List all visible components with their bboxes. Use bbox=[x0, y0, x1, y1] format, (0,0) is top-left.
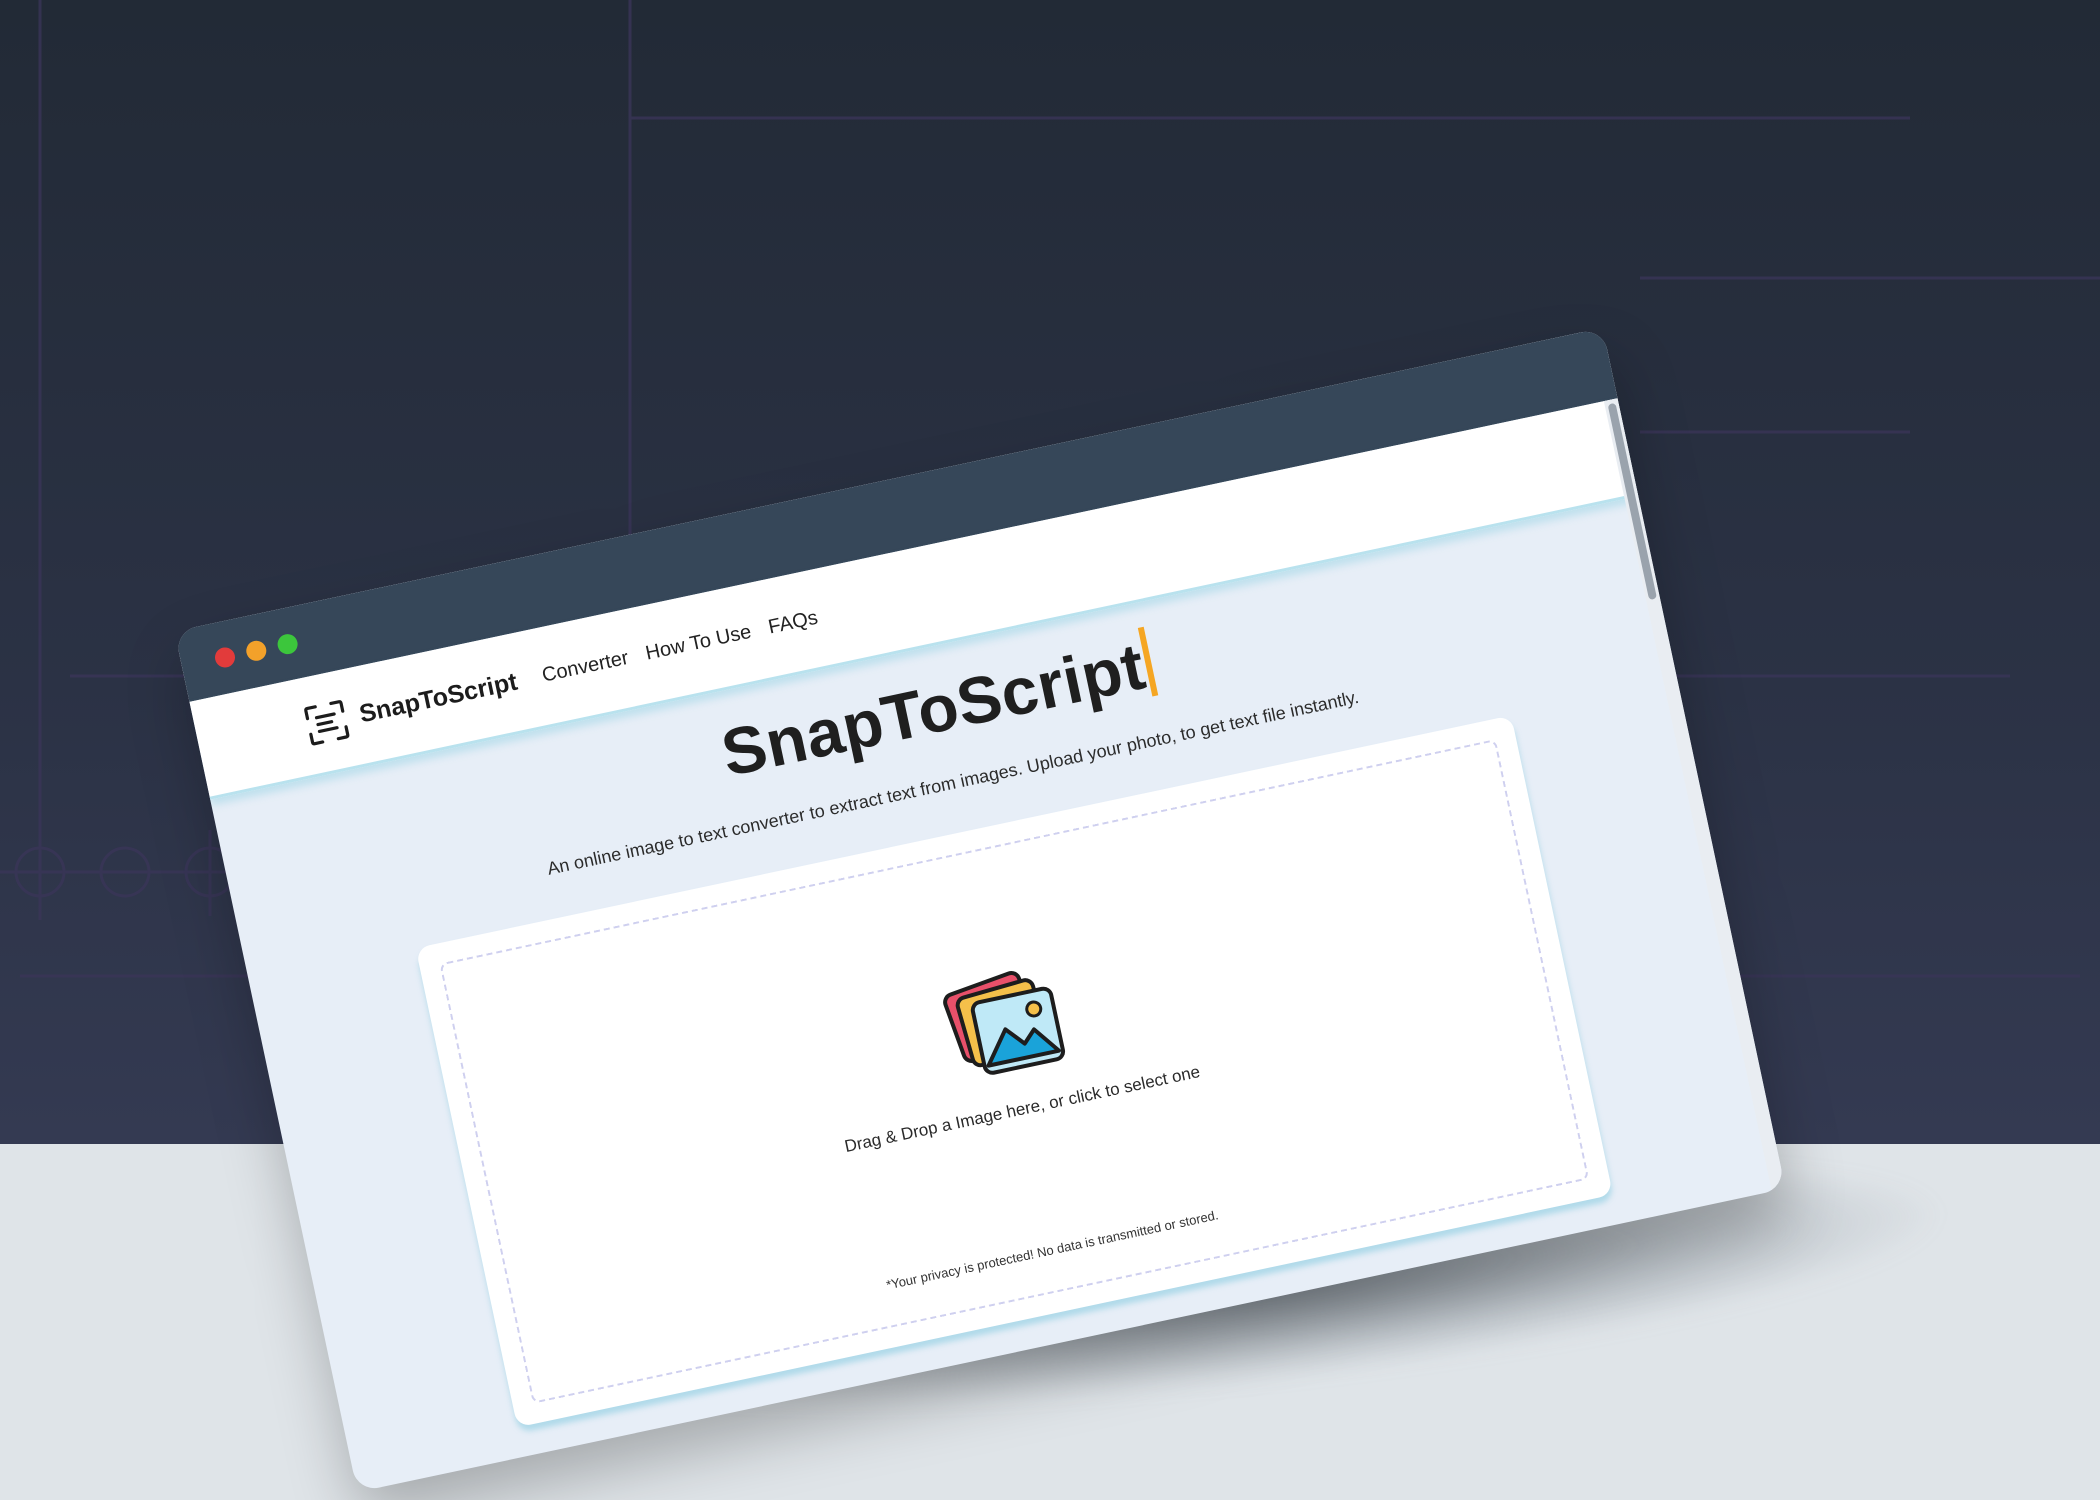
image-gallery-icon bbox=[943, 970, 1066, 1075]
nav-link-faqs[interactable]: FAQs bbox=[766, 607, 820, 640]
maximize-window-button[interactable] bbox=[275, 632, 300, 657]
nav-link-converter[interactable]: Converter bbox=[540, 647, 631, 688]
text-scan-icon bbox=[304, 699, 350, 745]
minimize-window-button[interactable] bbox=[244, 638, 269, 663]
nav-link-how-to-use[interactable]: How To Use bbox=[644, 621, 754, 666]
brand-name: SnapToScript bbox=[356, 667, 520, 729]
close-window-button[interactable] bbox=[213, 645, 237, 670]
